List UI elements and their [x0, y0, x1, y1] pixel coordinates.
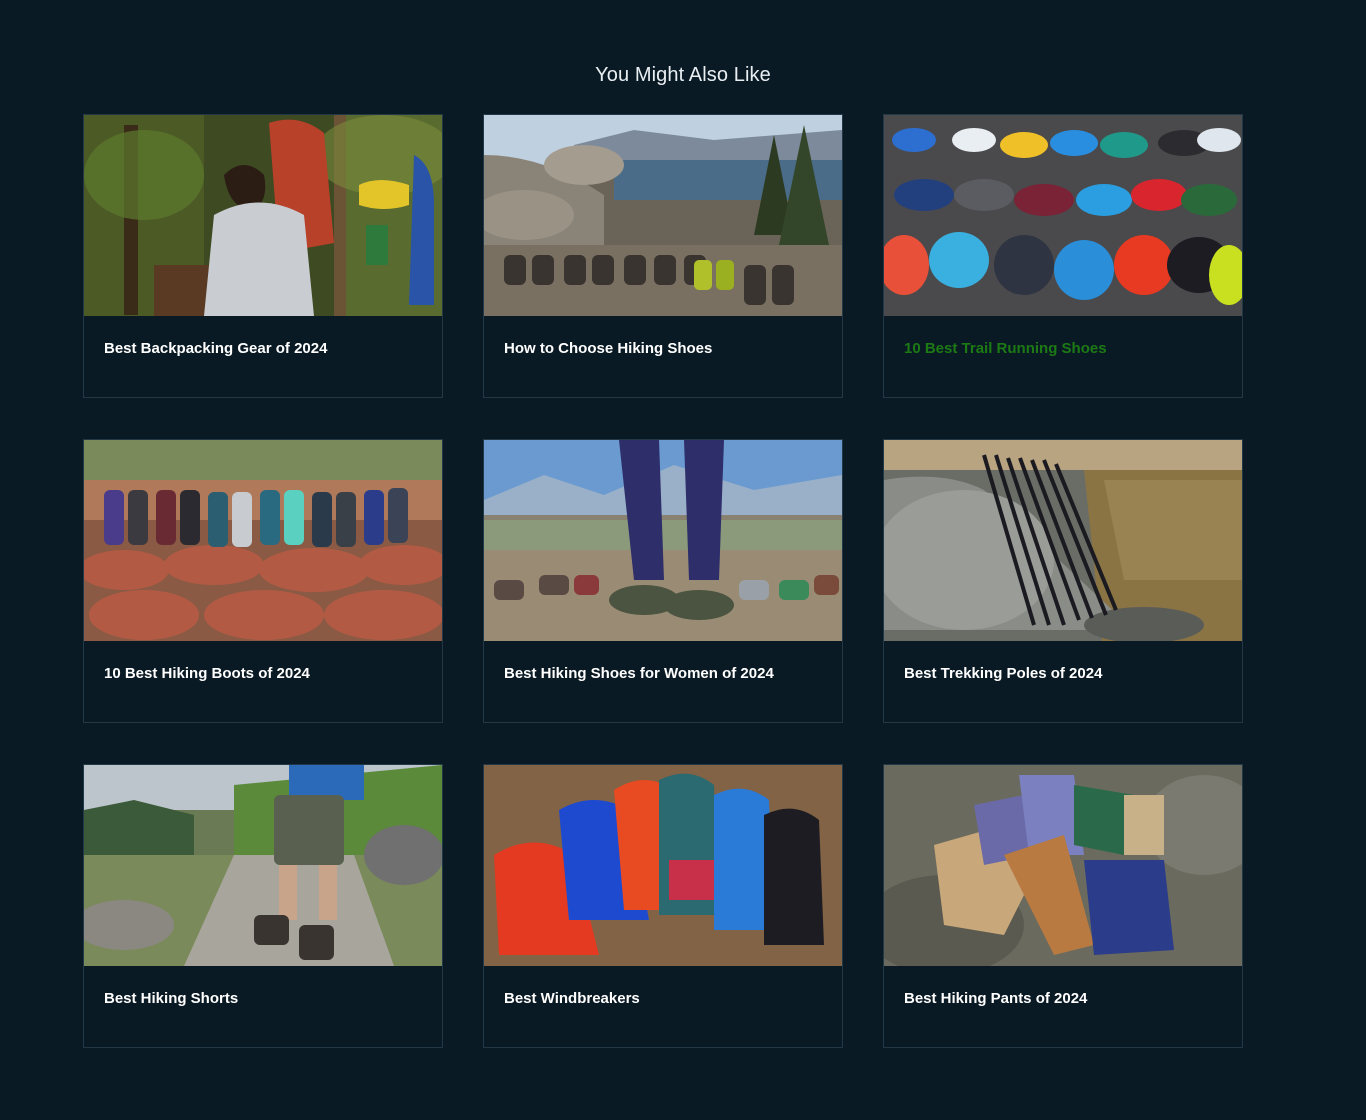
article-card[interactable]: 10 Best Hiking Boots of 2024 [83, 439, 443, 723]
article-card[interactable]: Best Windbreakers [483, 764, 843, 1048]
hiking-pants-on-rock-photo [884, 765, 1242, 966]
hiker-with-backpack-photo [84, 115, 442, 316]
article-title-link[interactable]: 10 Best Hiking Boots of 2024 [84, 641, 442, 683]
article-grid: Best Backpacking Gear of 2024 How to Cho… [83, 114, 1243, 1048]
article-card[interactable]: Best Trekking Poles of 2024 [883, 439, 1243, 723]
article-title-link[interactable]: Best Hiking Shorts [84, 966, 442, 1008]
article-thumbnail[interactable] [884, 115, 1242, 316]
article-thumbnail[interactable] [484, 440, 842, 641]
article-title-link[interactable]: How to Choose Hiking Shoes [484, 316, 842, 358]
article-thumbnail[interactable] [484, 765, 842, 966]
hiking-boots-on-rocks-photo [84, 440, 442, 641]
article-title-link[interactable]: Best Trekking Poles of 2024 [884, 641, 1242, 683]
trekking-poles-by-stream-photo [884, 440, 1242, 641]
article-card[interactable]: Best Hiking Shoes for Women of 2024 [483, 439, 843, 723]
article-card[interactable]: How to Choose Hiking Shoes [483, 114, 843, 398]
article-card[interactable]: Best Hiking Pants of 2024 [883, 764, 1243, 1048]
article-title-link[interactable]: Best Backpacking Gear of 2024 [84, 316, 442, 358]
trail-running-shoes-photo [884, 115, 1242, 316]
womens-hiking-shoes-photo [484, 440, 842, 641]
article-title-link[interactable]: Best Hiking Shoes for Women of 2024 [484, 641, 842, 683]
article-card[interactable]: Best Backpacking Gear of 2024 [83, 114, 443, 398]
article-title-link[interactable]: 10 Best Trail Running Shoes [884, 316, 1242, 358]
article-thumbnail[interactable] [884, 440, 1242, 641]
article-card[interactable]: 10 Best Trail Running Shoes [883, 114, 1243, 398]
article-title-link[interactable]: Best Windbreakers [484, 966, 842, 1008]
article-thumbnail[interactable] [484, 115, 842, 316]
article-title-link[interactable]: Best Hiking Pants of 2024 [884, 966, 1242, 1008]
article-thumbnail[interactable] [84, 115, 442, 316]
article-card[interactable]: Best Hiking Shorts [83, 764, 443, 1048]
hiking-shoes-lake-view-photo [484, 115, 842, 316]
windbreaker-jackets-photo [484, 765, 842, 966]
article-thumbnail[interactable] [84, 440, 442, 641]
hiking-shorts-trail-photo [84, 765, 442, 966]
article-thumbnail[interactable] [84, 765, 442, 966]
section-title: You Might Also Like [595, 64, 771, 86]
article-thumbnail[interactable] [884, 765, 1242, 966]
